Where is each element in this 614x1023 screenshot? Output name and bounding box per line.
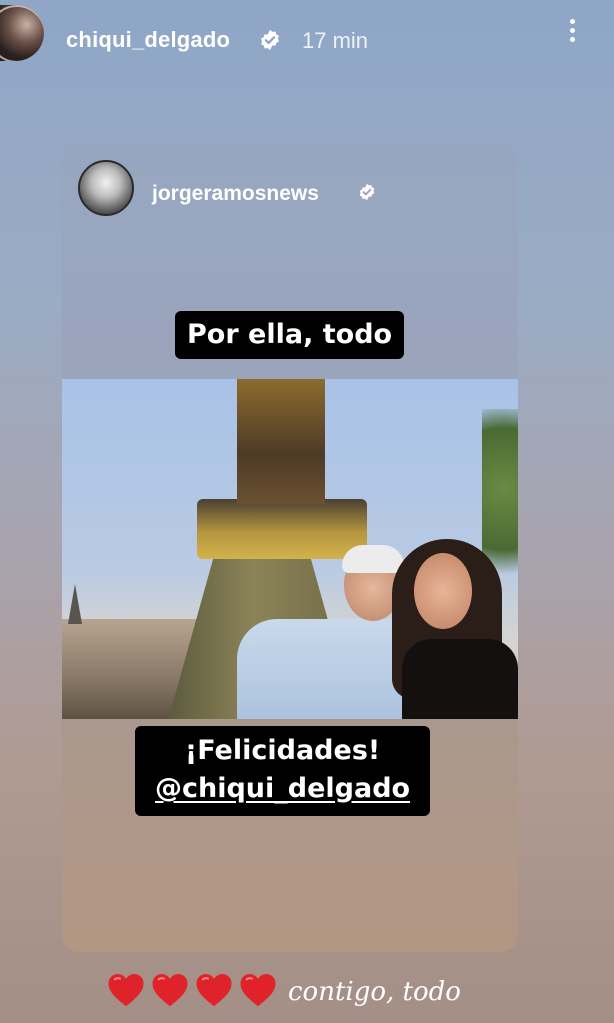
heart-emoji-row — [106, 970, 278, 1014]
story-text-overlay: contigo, todo — [288, 977, 461, 1007]
woman-figure — [392, 539, 518, 719]
shared-photo[interactable] — [62, 379, 518, 719]
avatar-ring — [0, 5, 44, 61]
verified-badge-icon — [261, 29, 279, 51]
author-avatar[interactable] — [0, 5, 44, 61]
heart-icon — [108, 974, 144, 1007]
caption-top: Por ella, todo — [175, 311, 405, 359]
heart-icon — [196, 974, 232, 1007]
caption-bottom: ¡Felicidades! @chiqui_delgado — [135, 726, 431, 816]
post-timestamp: 17 min — [302, 28, 369, 53]
verified-badge-icon — [359, 183, 375, 201]
heart-icon — [152, 974, 188, 1007]
author-username[interactable]: chiqui_delgado — [66, 27, 230, 53]
heart-icon — [240, 974, 276, 1007]
shared-author-username[interactable]: jorgeramosnews — [152, 182, 319, 206]
more-vertical-icon[interactable] — [560, 16, 584, 46]
shared-author-avatar[interactable] — [78, 160, 134, 216]
story-header: chiqui_delgado 17 min — [0, 0, 614, 82]
caption-bottom-line1: ¡Felicidades! — [184, 735, 381, 766]
church-spire — [68, 584, 82, 624]
tower-top — [237, 379, 325, 504]
mention-link[interactable]: @chiqui_delgado — [155, 770, 410, 808]
shared-post-card[interactable]: jorgeramosnews Por ella, todo ¡Felicidad… — [62, 144, 518, 952]
